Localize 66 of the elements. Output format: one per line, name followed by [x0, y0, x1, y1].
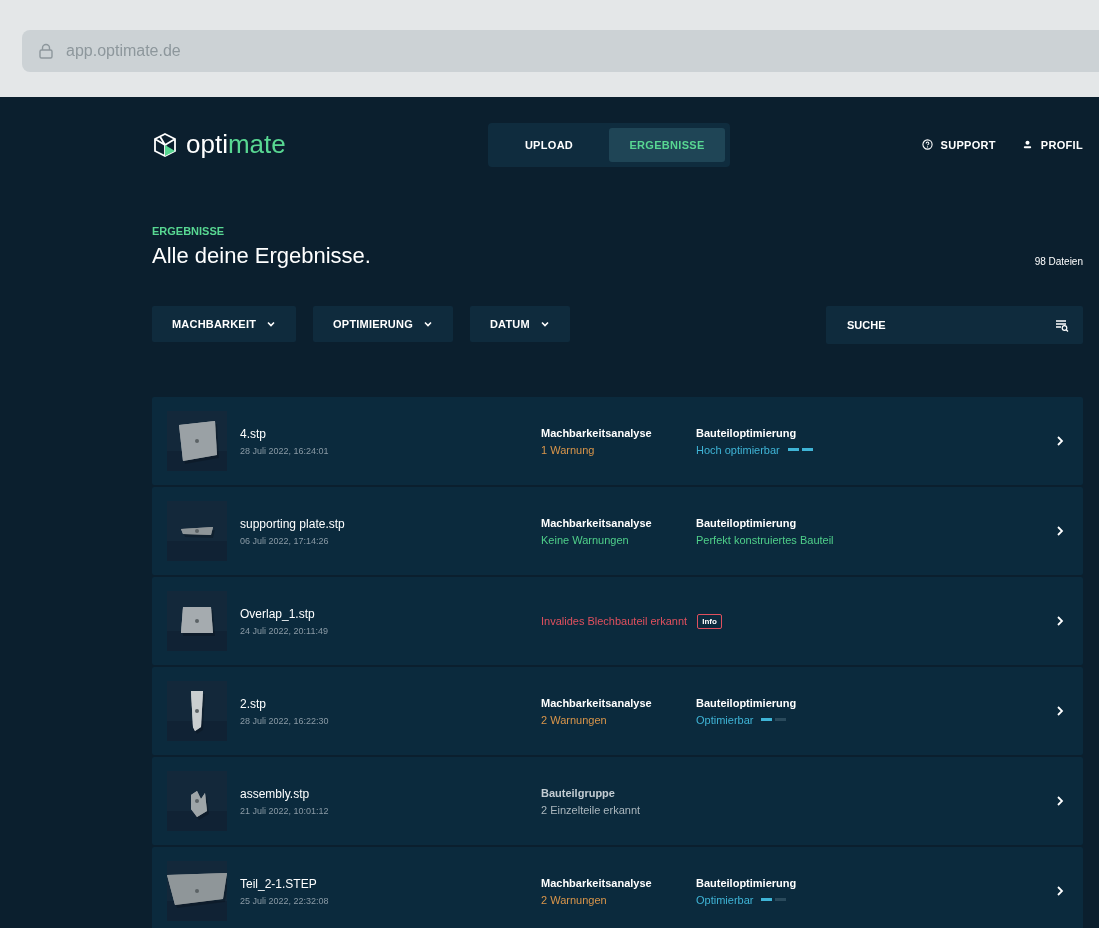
filter-search-icon [1055, 318, 1069, 332]
group-status: 2 Einzelteile erkannt [541, 803, 642, 816]
analysis-status: 2 Warnungen [541, 713, 608, 726]
optimization-label: Bauteiloptimierung [696, 876, 798, 889]
info-badge[interactable]: Info [697, 613, 722, 629]
analysis-label: Machbarkeitsanalyse [541, 876, 653, 889]
group-label: Bauteilgruppe [541, 786, 616, 799]
optimization-status: Hoch optimierbar [696, 443, 780, 456]
analysis-status: 2 Warnungen [541, 893, 608, 906]
profile-link[interactable]: PROFIL [1021, 138, 1083, 151]
filter-dropdown[interactable]: MACHBARKEIT [152, 306, 297, 342]
result-row[interactable]: 4.stp 28 Juli 2022, 16:24:01 Machbarkeitsanalyse 1 Warnung Bauteiloptimierung Hoch optimierbar [152, 397, 1083, 485]
analysis-label: Machbarkeitsanalyse [541, 516, 653, 529]
chevron-right-icon[interactable] [1055, 885, 1065, 897]
result-row[interactable]: assembly.stp 21 Juli 2022, 10:01:12 Bauteilgruppe 2 Einzelteile erkannt [152, 757, 1083, 845]
result-row[interactable]: 2.stp 28 Juli 2022, 16:22:30 Machbarkeitsanalyse 2 Warnungen Bauteiloptimierung Optimierbar [152, 667, 1083, 755]
section-label: ERGEBNISSE [152, 225, 226, 237]
url-text: app.optimate.de [66, 42, 181, 60]
chevron-down-icon [266, 319, 277, 329]
file-date: 25 Juli 2022, 22:32:08 [240, 895, 330, 906]
file-date: 21 Juli 2022, 10:01:12 [240, 805, 330, 816]
result-row[interactable]: supporting plate.stp 06 Juli 2022, 17:14:26 Machbarkeitsanalyse Keine Warnungen Bauteiloptimierung Perfekt konstruiertes Bauteil [152, 487, 1083, 575]
file-date: 28 Juli 2022, 16:22:30 [240, 715, 330, 726]
optimization-label: Bauteiloptimierung [696, 426, 798, 439]
file-count: 98 Dateien [1034, 256, 1083, 267]
support-link[interactable]: SUPPORT [921, 138, 996, 151]
logo-text: optimate [186, 129, 286, 160]
analysis-label: Machbarkeitsanalyse [541, 696, 653, 709]
file-date: 28 Juli 2022, 16:24:01 [240, 445, 330, 456]
optimization-label: Bauteiloptimierung [696, 696, 798, 709]
file-date: 06 Juli 2022, 17:14:26 [240, 535, 330, 546]
chevron-right-icon[interactable] [1055, 705, 1065, 717]
analysis-label: Machbarkeitsanalyse [541, 426, 653, 439]
file-name: assembly.stp [240, 786, 311, 801]
analysis-status: 1 Warnung [541, 443, 596, 456]
chevron-right-icon[interactable] [1055, 615, 1065, 627]
result-row[interactable]: Teil_2-1.STEP 25 Juli 2022, 22:32:08 Machbarkeitsanalyse 2 Warnungen Bauteiloptimierung Optimierbar [152, 847, 1083, 928]
result-row[interactable]: Overlap_1.stp 24 Juli 2022, 20:11:49 Invalides Blechbauteil erkannt Info [152, 577, 1083, 665]
chevron-down-icon [539, 319, 550, 329]
optimization-status: Perfekt konstruiertes Bauteil [696, 533, 834, 546]
file-name: 4.stp [240, 426, 267, 441]
search-input[interactable]: SUCHE [845, 318, 1055, 332]
optimization-label: Bauteiloptimierung [696, 516, 798, 529]
file-name: Overlap_1.stp [240, 606, 316, 621]
nav-tab[interactable]: UPLOAD [493, 127, 605, 162]
logo-icon [152, 131, 178, 158]
file-name: 2.stp [240, 696, 267, 711]
nav-tab[interactable]: ERGEBNISSE [609, 127, 725, 162]
search-field[interactable]: SUCHE [826, 306, 1083, 344]
chevron-right-icon[interactable] [1055, 435, 1065, 447]
file-name: Teil_2-1.STEP [240, 876, 318, 891]
filter-dropdown[interactable]: DATUM [469, 306, 570, 342]
chevron-right-icon[interactable] [1055, 795, 1065, 807]
file-date: 24 Juli 2022, 20:11:49 [240, 625, 329, 636]
filter-dropdown[interactable]: OPTIMIERUNG [313, 306, 453, 342]
chevron-down-icon [422, 319, 433, 329]
optimization-status: Optimierbar [696, 893, 754, 906]
optimization-status: Optimierbar [696, 713, 754, 726]
help-icon [921, 139, 933, 150]
chevron-right-icon[interactable] [1055, 525, 1065, 537]
lock-icon [38, 43, 54, 59]
page-title: Alle deine Ergebnisse. [152, 243, 371, 269]
user-icon [1021, 139, 1033, 150]
error-message: Invalides Blechbauteil erkannt [541, 615, 688, 627]
analysis-status: Keine Warnungen [541, 533, 630, 546]
file-name: supporting plate.stp [240, 516, 346, 531]
